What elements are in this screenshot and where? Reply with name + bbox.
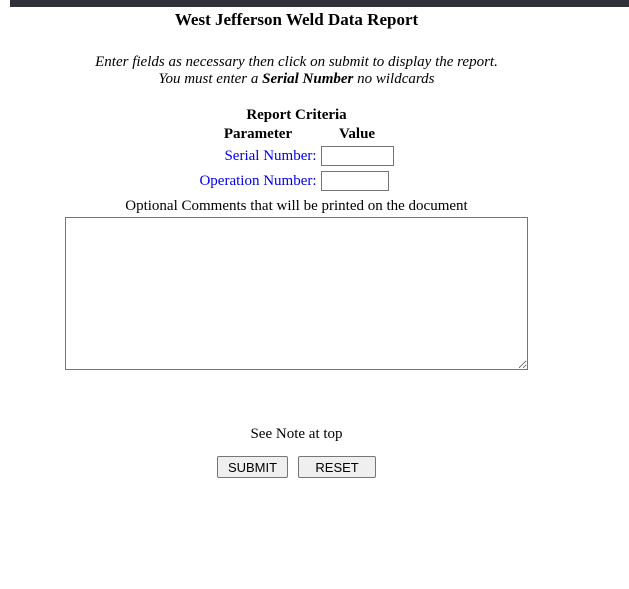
serial-number-input[interactable] — [321, 146, 394, 166]
table-row: Operation Number: — [198, 170, 394, 192]
reset-button[interactable]: RESET — [298, 456, 376, 478]
operation-number-label: Operation Number: — [198, 170, 317, 192]
column-header-parameter: Parameter — [198, 127, 317, 142]
comments-label: Optional Comments that will be printed o… — [0, 198, 593, 215]
criteria-table: Parameter Value Serial Number: Operation… — [196, 124, 396, 195]
instructions-line1: Enter fields as necessary then click on … — [95, 54, 498, 70]
table-row: Serial Number: — [198, 145, 394, 167]
serial-number-label: Serial Number: — [198, 145, 317, 167]
criteria-heading: Report Criteria — [0, 107, 593, 124]
instructions-serial-number-emphasis: Serial Number — [262, 71, 353, 87]
operation-number-input[interactable] — [321, 171, 389, 191]
instructions-line2-prefix: You must enter a — [158, 71, 262, 87]
note-line: See Note at top — [0, 426, 593, 443]
submit-button[interactable]: SUBMIT — [217, 456, 288, 478]
column-header-value: Value — [320, 127, 395, 142]
page-title: West Jefferson Weld Data Report — [0, 10, 593, 30]
top-bar — [10, 0, 629, 7]
criteria-header-row: Parameter Value — [198, 127, 394, 142]
instructions: Enter fields as necessary then click on … — [0, 54, 593, 88]
instructions-line2-suffix: no wildcards — [353, 71, 434, 87]
comments-textarea[interactable] — [65, 217, 528, 370]
button-row: SUBMIT RESET — [0, 456, 593, 478]
report-form: West Jefferson Weld Data Report Enter fi… — [0, 10, 593, 478]
